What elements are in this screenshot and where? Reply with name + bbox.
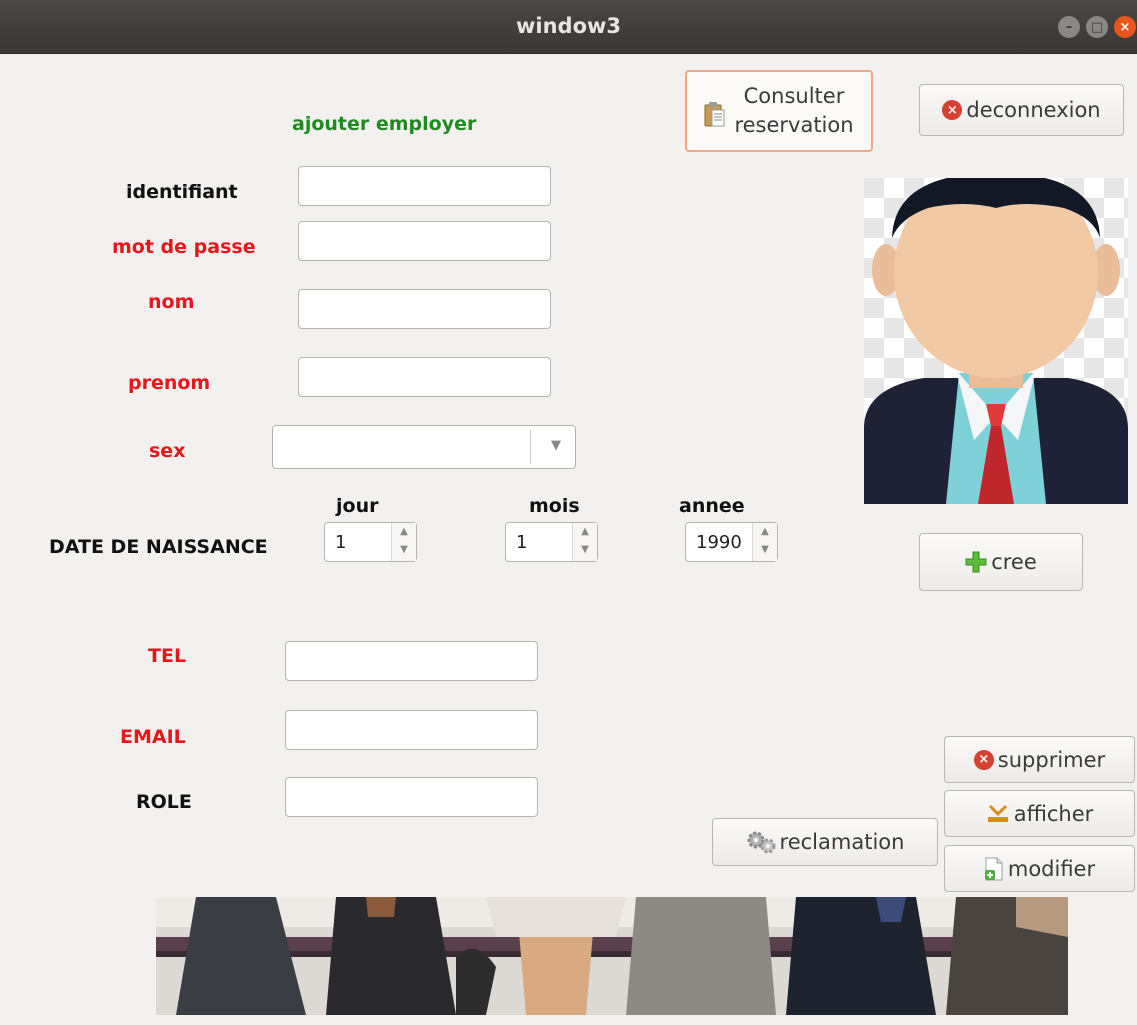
modifier-button[interactable]: modifier [944, 845, 1135, 892]
email-label: EMAIL [120, 726, 186, 748]
email-input[interactable] [285, 710, 538, 750]
tel-input[interactable] [285, 641, 538, 681]
close-circle-icon: × [942, 100, 963, 120]
form-heading: ajouter employer [292, 113, 477, 135]
spin-arrows-icon[interactable]: ▲ ▼ [752, 523, 777, 561]
date-naissance-label: DATE DE NAISSANCE [49, 536, 268, 558]
identifiant-input[interactable] [298, 166, 551, 206]
employee-avatar-image [864, 168, 1128, 504]
consulter-reservation-button[interactable]: Consulter reservation [685, 70, 873, 152]
consulter-label-line1: Consulter [743, 84, 845, 108]
sex-select[interactable]: ▼ [272, 425, 576, 469]
mot-de-passe-label: mot de passe [112, 236, 256, 258]
chevron-down-icon[interactable]: ▼ [551, 438, 561, 453]
minimize-icon[interactable]: – [1058, 16, 1080, 38]
gears-icon [746, 830, 776, 854]
role-input[interactable] [285, 777, 538, 817]
tel-label: TEL [148, 645, 187, 667]
annee-label: annee [679, 495, 745, 517]
supprimer-label: supprimer [997, 747, 1106, 772]
close-circle-icon: × [973, 749, 994, 770]
sex-label: sex [149, 440, 186, 462]
document-add-icon [984, 857, 1004, 881]
cree-label: cree [991, 550, 1037, 574]
office-banner-image [156, 897, 1068, 1015]
nom-input[interactable] [298, 289, 551, 329]
plus-icon [965, 551, 987, 573]
prenom-label: prenom [128, 372, 211, 394]
deconnexion-button[interactable]: × deconnexion [919, 84, 1124, 136]
prenom-input[interactable] [298, 357, 551, 397]
role-label: ROLE [136, 791, 192, 813]
reclamation-button[interactable]: reclamation [712, 818, 938, 866]
clipboard-icon [704, 102, 726, 128]
afficher-label: afficher [1013, 801, 1094, 826]
afficher-button[interactable]: afficher [944, 790, 1135, 837]
reclamation-label: reclamation [779, 830, 905, 854]
mois-label: mois [529, 495, 580, 517]
jour-label: jour [336, 495, 379, 517]
jour-spinbox[interactable]: 1 ▲ ▼ [324, 522, 417, 562]
maximize-icon[interactable]: □ [1086, 16, 1108, 38]
mot-de-passe-input[interactable] [298, 221, 551, 261]
annee-spinbox[interactable]: 1990 ▲ ▼ [685, 522, 778, 562]
window-title: window3 [515, 14, 622, 38]
modifier-label: modifier [1007, 856, 1096, 881]
mois-value: 1 [516, 532, 528, 553]
consulter-label-line2: reservation [734, 113, 854, 137]
nom-label: nom [148, 291, 195, 313]
spin-arrows-icon[interactable]: ▲ ▼ [572, 523, 597, 561]
supprimer-button[interactable]: × supprimer [944, 736, 1135, 783]
jour-value: 1 [335, 532, 347, 553]
combo-separator [530, 430, 531, 464]
deconnexion-label: deconnexion [966, 98, 1101, 122]
close-window-icon[interactable]: × [1114, 16, 1136, 38]
spin-arrows-icon[interactable]: ▲ ▼ [391, 523, 416, 561]
cree-button[interactable]: cree [919, 533, 1083, 591]
identifiant-label: identifiant [126, 181, 238, 203]
window-titlebar: window3 – □ × [0, 0, 1137, 54]
display-icon [986, 803, 1010, 825]
mois-spinbox[interactable]: 1 ▲ ▼ [505, 522, 598, 562]
annee-value: 1990 [696, 532, 742, 553]
